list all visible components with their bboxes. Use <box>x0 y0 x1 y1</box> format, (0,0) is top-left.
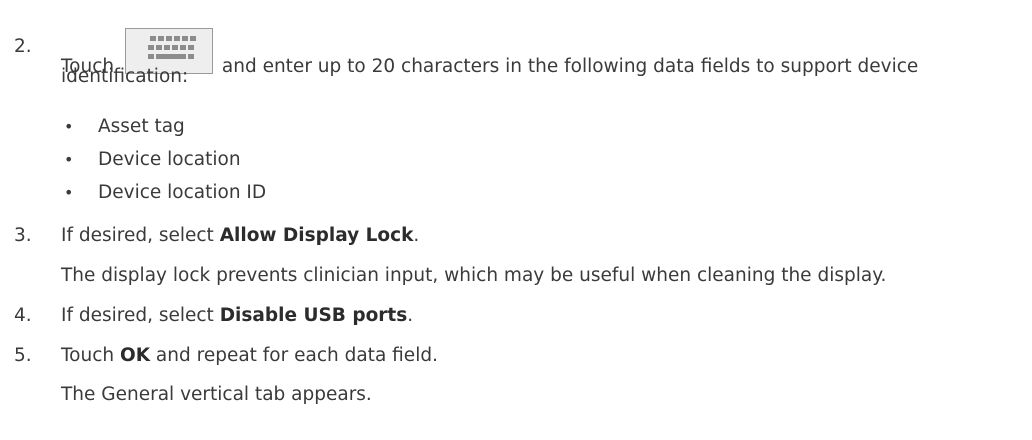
ui-label-allow-display-lock: Allow Display Lock <box>219 225 414 246</box>
step-text-before: If desired, select <box>61 225 220 246</box>
ui-label-ok: OK <box>119 345 151 366</box>
bullet-icon: • <box>64 117 74 136</box>
step-number: 5. <box>14 345 32 366</box>
step-text: If desired, select Disable USB ports. <box>61 303 1024 329</box>
step-text-continued: identification: <box>61 66 189 87</box>
step-text-after: . <box>413 225 420 246</box>
step-note: The General vertical tab appears. <box>61 384 372 405</box>
step-text-before: Touch <box>61 345 120 366</box>
list-item-label: Device location ID <box>98 182 267 203</box>
step-number: 2. <box>14 36 32 57</box>
step-text-after: . <box>407 305 414 326</box>
step-number: 4. <box>14 305 32 326</box>
step-text: If desired, select Allow Display Lock. <box>61 223 1024 249</box>
list-item-label: Device location <box>98 149 241 170</box>
step-text: Touch OK and repeat for each data field. <box>61 343 1024 369</box>
ui-label-disable-usb-ports: Disable USB ports <box>219 305 408 326</box>
list-item-label: Asset tag <box>98 116 185 137</box>
step-note: The display lock prevents clinician inpu… <box>61 265 887 286</box>
bullet-icon: • <box>64 183 74 202</box>
document-page: 2. Touch and enter up to 20 characters i… <box>0 0 1032 440</box>
step-number: 3. <box>14 225 32 246</box>
bullet-icon: • <box>64 150 74 169</box>
step-text-before: If desired, select <box>61 305 220 326</box>
step-text-after: and repeat for each data field. <box>150 345 438 366</box>
